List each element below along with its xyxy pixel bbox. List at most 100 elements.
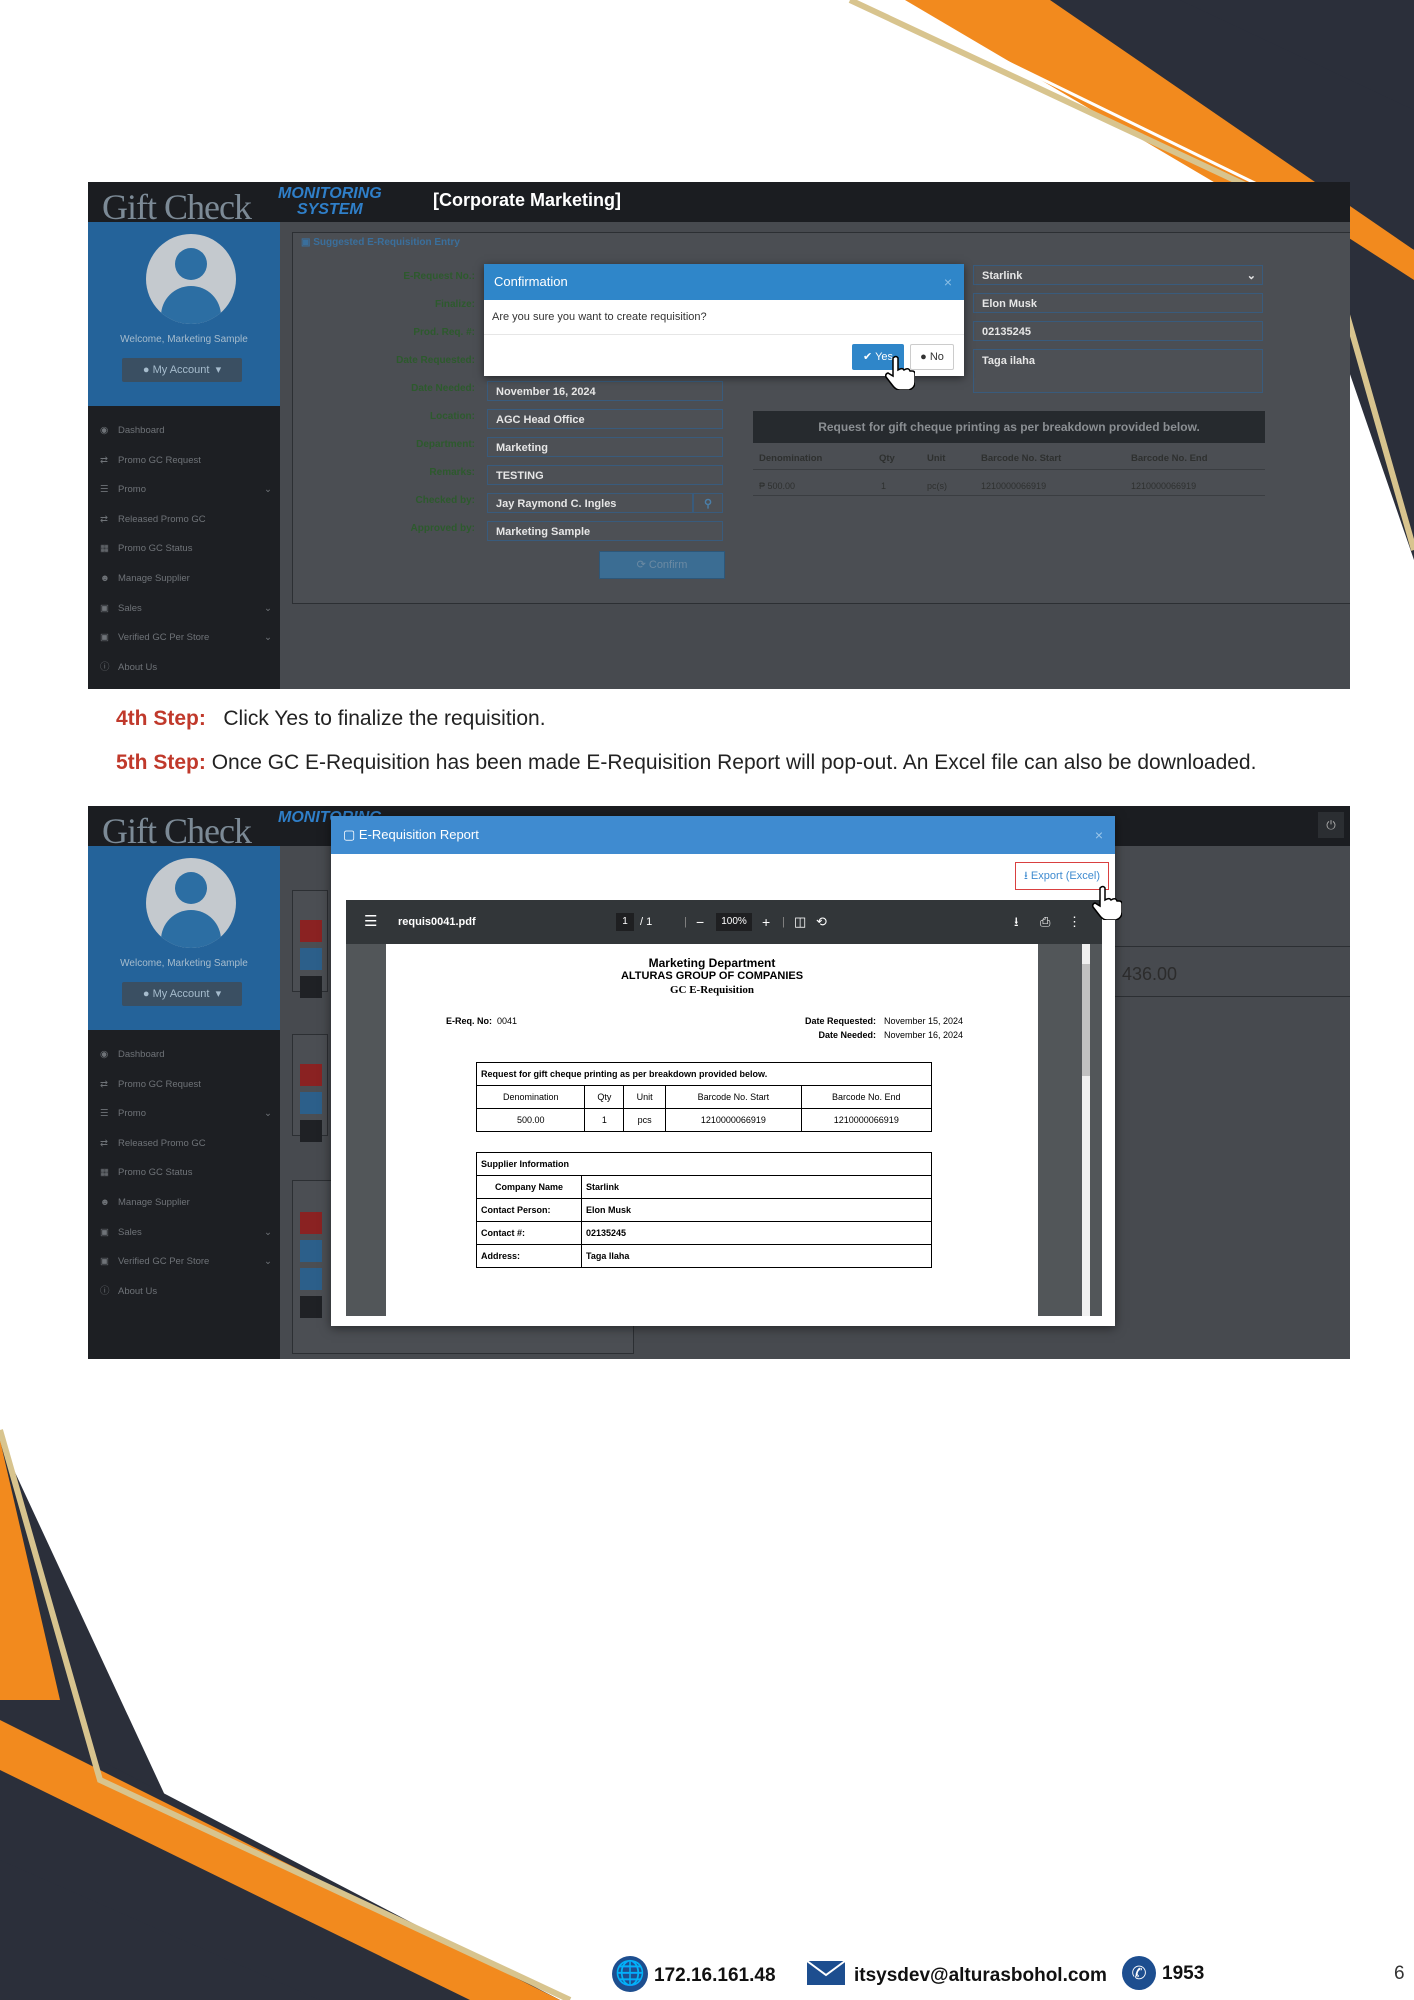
app-header: Gift Check MONITORING SYSTEM [Corporate M… [88,182,1350,227]
sidebar-item-verified-gc[interactable]: ▣ Verified GC Per Store ⌄ [100,1247,272,1277]
chevron-down-icon: ⌄ [264,602,272,614]
report-department: Marketing Department [648,956,776,970]
more-options-icon[interactable]: ⋮ [1068,900,1081,944]
address-field[interactable]: Taga ilaha [973,349,1263,393]
sidebar-item-promo-gc-request[interactable]: ⇄ Promo GC Request [100,446,272,476]
check-circle-icon: ✔ [862,351,873,363]
sidebar-item-verified-gc[interactable]: ▣ Verified GC Per Store ⌄ [100,623,272,653]
confirm-button[interactable]: ⟳ Confirm [599,551,725,579]
menu-icon[interactable]: ☰ [364,900,377,944]
globe-icon: 🌐 [612,1956,648,1992]
pdf-viewer: ☰ requis0041.pdf 1 / 1 | − 100% + | ◫ ⟲ … [346,900,1102,1316]
close-icon[interactable]: × [944,264,952,300]
col-barcode-start: Barcode No. Start [981,453,1062,464]
supplier-select[interactable]: Starlink ⌄ [973,265,1263,285]
sidebar-item-promo-gc-status[interactable]: ▦ Promo GC Status [100,534,272,564]
sidebar-item-about-us[interactable]: ⓘ About Us [100,653,272,683]
footer-phone: 1953 [1162,1963,1205,1984]
modal-header: ▢ E-Requisition Report × [331,816,1115,854]
sidebar-item-released-promo-gc[interactable]: ⇄ Released Promo GC [100,1129,272,1159]
monitor-icon: ▣ [100,632,109,644]
footer-ip: 172.16.161.48 [654,1965,776,1986]
sidebar-item-promo[interactable]: ☰ Promo ⌄ [100,1099,272,1129]
search-icon[interactable]: ⚲ [693,493,723,513]
print-icon[interactable]: ⎙ [1040,900,1050,944]
sidebar-item-dashboard[interactable]: ◉ Dashboard [100,1040,272,1070]
sidebar-item-promo[interactable]: ☰ Promo ⌄ [100,475,272,505]
col-unit: Unit [927,453,946,464]
report-screenshot: Gift Check MONITORING ⏻ Welcome, Marketi… [88,806,1350,1359]
my-account-button[interactable]: ● My Account ▾ [122,358,242,382]
supplier-table: Supplier Information Company Name Starlin… [476,1152,932,1268]
no-button[interactable]: ● No [910,344,954,370]
users-icon: ☻ [100,572,110,584]
monitor-icon: ▣ [100,1256,109,1268]
pdf-scrollbar[interactable] [1082,944,1090,1316]
table-row: Contact Person: Elon Musk [476,1198,932,1222]
location-field[interactable]: AGC Head Office [487,409,723,429]
table-row: Address: Taga Ilaha [476,1244,932,1268]
step-5-label: 5th Step: [116,751,206,774]
close-icon[interactable]: × [1095,816,1103,854]
download-icon[interactable]: ⭳ [1014,900,1019,944]
approved-by-field[interactable]: Marketing Sample [487,521,723,541]
fit-page-icon[interactable]: ◫ [794,900,806,944]
col-denomination: Denomination [759,453,823,464]
col-qty: Qty [584,1085,625,1109]
sidebar-item-released-promo-gc[interactable]: ⇄ Released Promo GC [100,505,272,535]
pdf-filename: requis0041.pdf [398,916,476,928]
sidebar-item-promo-gc-status[interactable]: ▦ Promo GC Status [100,1158,272,1188]
step-4-label: 4th Step: [116,707,206,730]
checked-by-field[interactable]: Jay Raymond C. Ingles [487,493,693,513]
report-title: GC E-Requisition [669,984,755,996]
zoom-in-icon[interactable]: + [762,900,770,944]
sidebar-item-sales[interactable]: ▣ Sales ⌄ [100,1218,272,1248]
step-4: 4th Step: Click Yes to finalize the requ… [116,707,546,731]
background-amount: 436.00 [1122,964,1178,984]
my-account-button[interactable]: ● My Account ▾ [122,982,242,1006]
contact-number-field[interactable]: 02135245 [973,321,1263,341]
sidebar-item-promo-gc-request[interactable]: ⇄ Promo GC Request [100,1070,272,1100]
department-label: Department: [416,439,475,450]
sidebar-item-about-us[interactable]: ⓘ About Us [100,1277,272,1307]
contact-person-field[interactable]: Elon Musk [973,293,1263,313]
rotate-icon[interactable]: ⟲ [816,900,827,944]
pdf-toolbar: ☰ requis0041.pdf 1 / 1 | − 100% + | ◫ ⟲ … [346,900,1102,944]
dashboard-icon: ◉ [100,425,109,436]
stop-circle-icon: ● [920,351,927,363]
date-needed-label: Date Needed: [818,1030,876,1040]
welcome-text: Welcome, Marketing Sample [120,958,248,969]
cell-barcode-start: 1210000066919 [981,481,1047,491]
page-number: 6 [1394,1963,1405,1984]
sidebar-item-sales[interactable]: ▣ Sales ⌄ [100,594,272,624]
report-company: ALTURAS GROUP OF COMPANIES [620,970,804,982]
prodreq-label: Prod. Req. #: [413,327,475,338]
dashboard-icon: ◉ [100,1049,109,1060]
date-requested-value: November 15, 2024 [884,1016,964,1026]
table-row: Contact #: 02135245 [476,1221,932,1245]
zoom-level[interactable]: 100% [716,913,752,931]
department-field[interactable]: Marketing [487,437,723,457]
date-requested-label: Date Requested: [804,1016,876,1026]
request-table: Request for gift cheque printing as per … [475,1062,933,1132]
table-row: 500.00 1 pcs 1210000066919 1210000066919 [475,1108,933,1132]
sidebar-menu: ◉ Dashboard ⇄ Promo GC Request ☰ Promo ⌄ ⇄ Re… [100,1040,272,1306]
page-title: [Corporate Marketing] [433,190,622,210]
power-icon[interactable]: ⏻ [1318,812,1344,838]
download-icon: ⭳ [1024,870,1028,882]
info-icon: ⓘ [100,661,110,673]
date-needed-field[interactable]: November 16, 2024 [487,381,723,401]
date-requested-label: Date Requested: [396,355,475,366]
grid-icon: ▦ [100,543,109,555]
chevron-down-icon: ⌄ [264,1256,272,1268]
col-barcode-start: Barcode No. Start [665,1085,802,1109]
modal-message: Are you sure you want to create requisit… [484,300,964,335]
sidebar-item-manage-supplier[interactable]: ☻ Manage Supplier [100,1188,272,1218]
zoom-out-icon[interactable]: − [696,900,704,944]
remarks-field[interactable]: TESTING [487,465,723,485]
users-icon: ☻ [100,1196,110,1208]
monitor-icon: ▣ [100,1226,109,1238]
page-number-input[interactable]: 1 [616,913,634,931]
sidebar-item-dashboard[interactable]: ◉ Dashboard [100,416,272,446]
sidebar-item-manage-supplier[interactable]: ☻ Manage Supplier [100,564,272,594]
